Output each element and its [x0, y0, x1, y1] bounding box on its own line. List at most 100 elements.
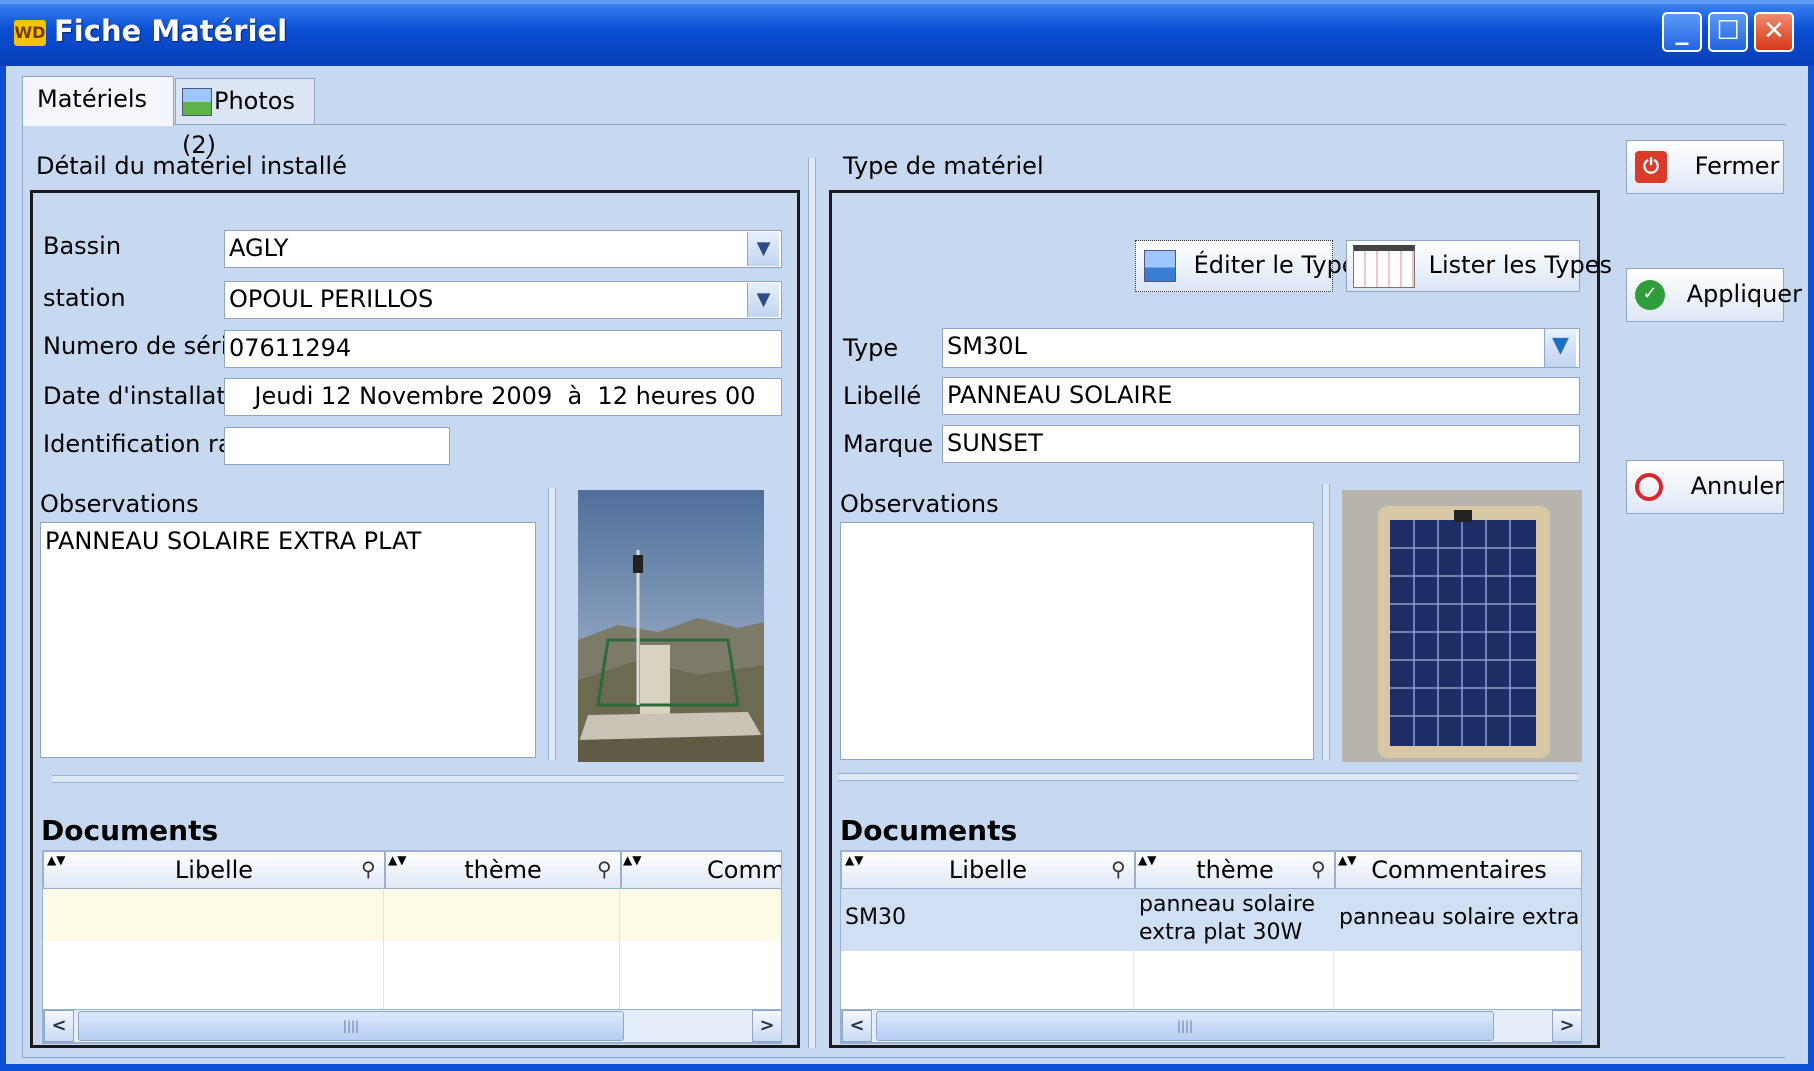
right-col-theme[interactable]: thème	[1135, 851, 1335, 889]
right-vertical-splitter[interactable]	[1322, 484, 1330, 760]
check-icon: ✓	[1635, 280, 1665, 310]
scroll-right-button[interactable]: >	[752, 1010, 781, 1042]
table-row[interactable]	[43, 889, 781, 941]
sort-icon[interactable]: ▲▼	[1138, 853, 1156, 867]
edit-type-label: Éditer le Type	[1193, 251, 1357, 279]
station-label: station	[43, 284, 126, 312]
chevron-right-icon: >	[1559, 1015, 1575, 1036]
scroll-thumb[interactable]: ||||	[78, 1011, 624, 1041]
marque-label: Marque	[843, 430, 934, 458]
search-icon[interactable]: ⚲	[1311, 857, 1326, 881]
left-horizontal-scrollbar[interactable]: < |||| >	[43, 1009, 781, 1043]
left-vertical-splitter[interactable]	[548, 488, 556, 760]
fermer-button[interactable]: ⏻ Fermer	[1626, 140, 1784, 194]
list-types-button[interactable]: Lister les Types	[1346, 240, 1612, 292]
close-window-button[interactable]: ✕	[1754, 12, 1794, 52]
right-col-commentaires-label: Commentaires	[1371, 856, 1547, 884]
left-col-libelle[interactable]: Libelle	[43, 851, 385, 889]
chevron-right-icon: >	[759, 1015, 775, 1036]
sort-icon[interactable]: ▲▼	[388, 853, 406, 867]
scroll-left-button[interactable]: <	[842, 1010, 872, 1042]
row-theme-line1: panneau solaire	[1139, 892, 1316, 917]
minimize-button[interactable]: _	[1662, 12, 1702, 52]
right-documents-table[interactable]: Libelle thème Commentaires ▲▼ ⚲ ▲▼ ⚲ ▲▼ …	[840, 850, 1582, 1044]
type-value: SM30L	[947, 332, 1027, 360]
sort-icon[interactable]: ▲▼	[845, 853, 863, 867]
annuler-label: Annuler	[1690, 472, 1784, 500]
search-icon[interactable]: ⚲	[597, 857, 612, 881]
left-observations-textarea[interactable]: PANNEAU SOLAIRE EXTRA PLAT	[40, 522, 536, 758]
row-libelle-cell: SM30	[845, 905, 906, 930]
maximize-button[interactable]: ☐	[1708, 12, 1748, 52]
list-types-label: Lister les Types	[1428, 251, 1613, 279]
tab-materiels-label: Matériels	[37, 85, 148, 113]
window-frame-bottom	[0, 1064, 1814, 1071]
column-divider	[619, 889, 620, 1009]
solar-panel-image	[1342, 490, 1582, 762]
search-icon[interactable]: ⚲	[361, 857, 376, 881]
station-photo-image	[578, 490, 764, 762]
scroll-right-button[interactable]: >	[1552, 1010, 1581, 1042]
fermer-label: Fermer	[1694, 152, 1780, 180]
left-documents-table[interactable]: Libelle thème Comme ▲▼ ⚲ ▲▼ ⚲ ▲▼ < |||| …	[42, 850, 782, 1044]
grip-icon: ||||	[342, 1019, 360, 1033]
right-col-libelle-label: Libelle	[948, 856, 1028, 884]
row-theme-line2: extra plat 30W	[1139, 920, 1303, 945]
table-row[interactable]: SM30 panneau solaire extra plat 30W pann…	[841, 889, 1581, 951]
chevron-left-icon: <	[51, 1015, 67, 1036]
install-date-input[interactable]: Jeudi 12 Novembre 2009 à 12 heures 00	[224, 378, 782, 416]
left-col-theme[interactable]: thème	[385, 851, 621, 889]
bassin-combo[interactable]: AGLY	[224, 230, 782, 268]
right-col-commentaires[interactable]: Commentaires	[1335, 851, 1581, 889]
center-vertical-splitter[interactable]	[808, 158, 816, 1048]
left-col-commentaires[interactable]: Comme	[621, 851, 781, 889]
libelle-input[interactable]: PANNEAU SOLAIRE	[942, 377, 1580, 415]
minimize-icon: _	[1675, 16, 1689, 46]
left-col-libelle-label: Libelle	[174, 856, 254, 884]
station-dropdown-button[interactable]: ▼	[747, 283, 779, 317]
type-dropdown-button[interactable]: ▼	[1544, 329, 1576, 367]
right-horizontal-scrollbar[interactable]: < |||| >	[841, 1009, 1581, 1043]
right-observations-textarea[interactable]	[840, 522, 1314, 760]
close-icon: ✕	[1763, 16, 1785, 46]
appliquer-button[interactable]: ✓ Appliquer	[1626, 268, 1802, 322]
type-combo[interactable]: SM30L	[942, 328, 1580, 368]
scroll-left-button[interactable]: <	[44, 1010, 74, 1042]
column-divider	[1133, 951, 1134, 1009]
tab-photos[interactable]: Photos (2)	[175, 78, 315, 159]
sort-icon[interactable]: ▲▼	[1338, 853, 1356, 867]
maximize-icon: ☐	[1716, 16, 1740, 46]
right-col-libelle[interactable]: Libelle	[841, 851, 1135, 889]
station-combo[interactable]: OPOUL PERILLOS	[224, 281, 782, 319]
station-photo	[578, 490, 764, 762]
filter-dropdown-icon: ▼	[1552, 333, 1569, 358]
right-group-title: Type de matériel	[843, 152, 1044, 180]
serial-value: 07611294	[229, 334, 352, 362]
bassin-dropdown-button[interactable]: ▼	[747, 232, 779, 266]
sort-icon[interactable]: ▲▼	[47, 853, 65, 867]
libelle-label: Libellé	[843, 382, 922, 410]
power-icon: ⏻	[1635, 151, 1667, 183]
marque-value: SUNSET	[947, 429, 1043, 457]
column-divider	[1333, 951, 1334, 1009]
tab-materiels[interactable]: Matériels	[22, 76, 174, 126]
grip-icon: ||||	[1176, 1019, 1194, 1033]
install-date-value: Jeudi 12 Novembre 2009 à 12 heures 00	[254, 382, 756, 410]
cancel-icon	[1635, 473, 1663, 501]
search-icon[interactable]: ⚲	[1111, 857, 1126, 881]
serial-input[interactable]: 07611294	[224, 330, 782, 368]
chevron-down-icon: ▼	[756, 238, 771, 259]
scroll-thumb[interactable]: ||||	[876, 1011, 1494, 1041]
left-group-title: Détail du matériel installé	[36, 152, 347, 180]
right-horizontal-splitter[interactable]	[838, 773, 1578, 781]
window-frame-right	[1808, 66, 1814, 1071]
marque-input[interactable]: SUNSET	[942, 425, 1580, 463]
type-photo	[1342, 490, 1582, 762]
chevron-left-icon: <	[849, 1015, 865, 1036]
sort-icon[interactable]: ▲▼	[623, 853, 641, 867]
radio-id-input[interactable]	[224, 427, 450, 465]
bassin-label: Bassin	[43, 232, 122, 260]
left-horizontal-splitter[interactable]	[52, 775, 784, 783]
annuler-button[interactable]: Annuler	[1626, 460, 1784, 514]
edit-type-button[interactable]: Éditer le Type	[1135, 240, 1357, 292]
